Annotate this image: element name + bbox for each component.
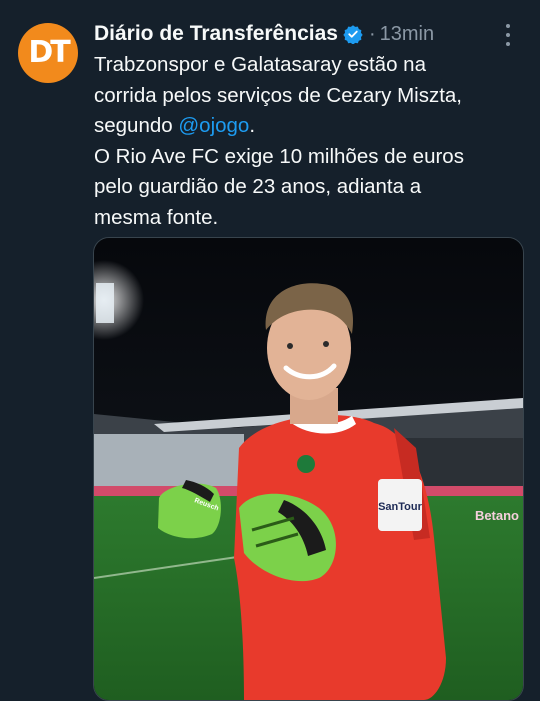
more-options-icon[interactable] [498, 24, 518, 46]
meta-separator: · [368, 22, 376, 45]
author-name[interactable]: Diário de Transferências [94, 22, 338, 46]
mention-link[interactable]: @ojogo [178, 114, 249, 137]
verified-badge-icon[interactable] [343, 24, 363, 44]
avatar[interactable]: DT [18, 23, 78, 83]
more-dot [506, 33, 510, 37]
tweet-text-segment: . [249, 114, 256, 137]
tweet-text-segment: segundo [94, 114, 179, 137]
more-dot [506, 42, 510, 46]
tweet-media-photo[interactable]: SanTour Reusch Betano [93, 237, 524, 701]
tweet-line: pelo guardião de 23 anos, adianta a [94, 175, 422, 198]
goalkeeper-photo: SanTour Reusch Betano [94, 238, 523, 700]
club-crest [297, 455, 315, 473]
tweet-header: Diário de Transferências · 13min [94, 20, 434, 48]
tweet-text: Trabzonspor e Galatasaray estão na corri… [94, 50, 524, 233]
avatar-logo: DT [28, 35, 70, 70]
tweet-line: Trabzonspor e Galatasaray estão na [94, 53, 426, 76]
tweet-line: segundo @ojogo. [94, 111, 524, 142]
tweet-line: mesma fonte. [94, 205, 219, 229]
tweet-line: O Rio Ave FC exige 10 milhões de euros [94, 144, 464, 168]
tweet-timestamp[interactable]: 13min [380, 23, 434, 46]
tweet[interactable]: DT Diário de Transferências · 13min Trab… [0, 0, 540, 701]
ad-board-text: Betano [475, 508, 519, 523]
sponsor-text: SanTour [378, 501, 423, 513]
tweet-line: corrida pelos serviços de Cezary Miszta, [94, 83, 462, 107]
more-dot [506, 24, 510, 28]
